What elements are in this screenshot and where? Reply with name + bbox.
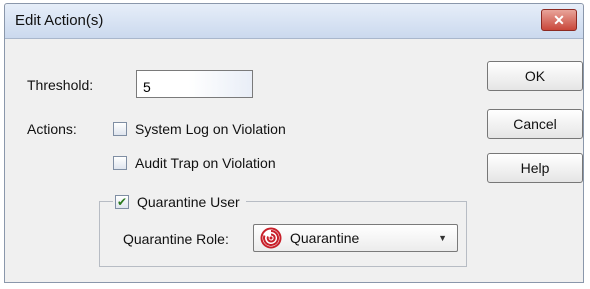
audit-trap-checkbox[interactable]: Audit Trap on Violation: [113, 155, 276, 171]
quarantine-role-icon: [260, 227, 282, 249]
close-icon: ✕: [553, 11, 565, 28]
quarantine-user-label: Quarantine User: [137, 194, 240, 210]
checkbox-checked-icon[interactable]: ✔: [115, 195, 129, 209]
actions-label: Actions:: [27, 121, 77, 137]
quarantine-user-checkbox[interactable]: ✔ Quarantine User: [113, 194, 246, 210]
title-bar: Edit Action(s) ✕: [5, 4, 583, 39]
close-button[interactable]: ✕: [541, 9, 577, 31]
checkbox-box[interactable]: [113, 122, 127, 136]
quarantine-role-value: Quarantine: [290, 230, 360, 246]
ok-button[interactable]: OK: [487, 61, 583, 91]
system-log-checkbox[interactable]: System Log on Violation: [113, 121, 286, 137]
cancel-button[interactable]: Cancel: [487, 109, 583, 139]
help-button[interactable]: Help: [487, 153, 583, 183]
quarantine-role-select[interactable]: Quarantine ▼: [253, 224, 458, 252]
threshold-input[interactable]: [136, 70, 253, 98]
checkbox-box[interactable]: [113, 156, 127, 170]
threshold-label: Threshold:: [27, 77, 94, 93]
chevron-down-icon[interactable]: ▼: [438, 233, 447, 243]
edit-actions-dialog: Edit Action(s) ✕ Threshold: Actions: Sys…: [4, 3, 584, 283]
dialog-title: Edit Action(s): [15, 12, 104, 29]
audit-trap-label: Audit Trap on Violation: [135, 155, 276, 171]
system-log-label: System Log on Violation: [135, 121, 286, 137]
quarantine-role-label: Quarantine Role:: [123, 231, 229, 247]
